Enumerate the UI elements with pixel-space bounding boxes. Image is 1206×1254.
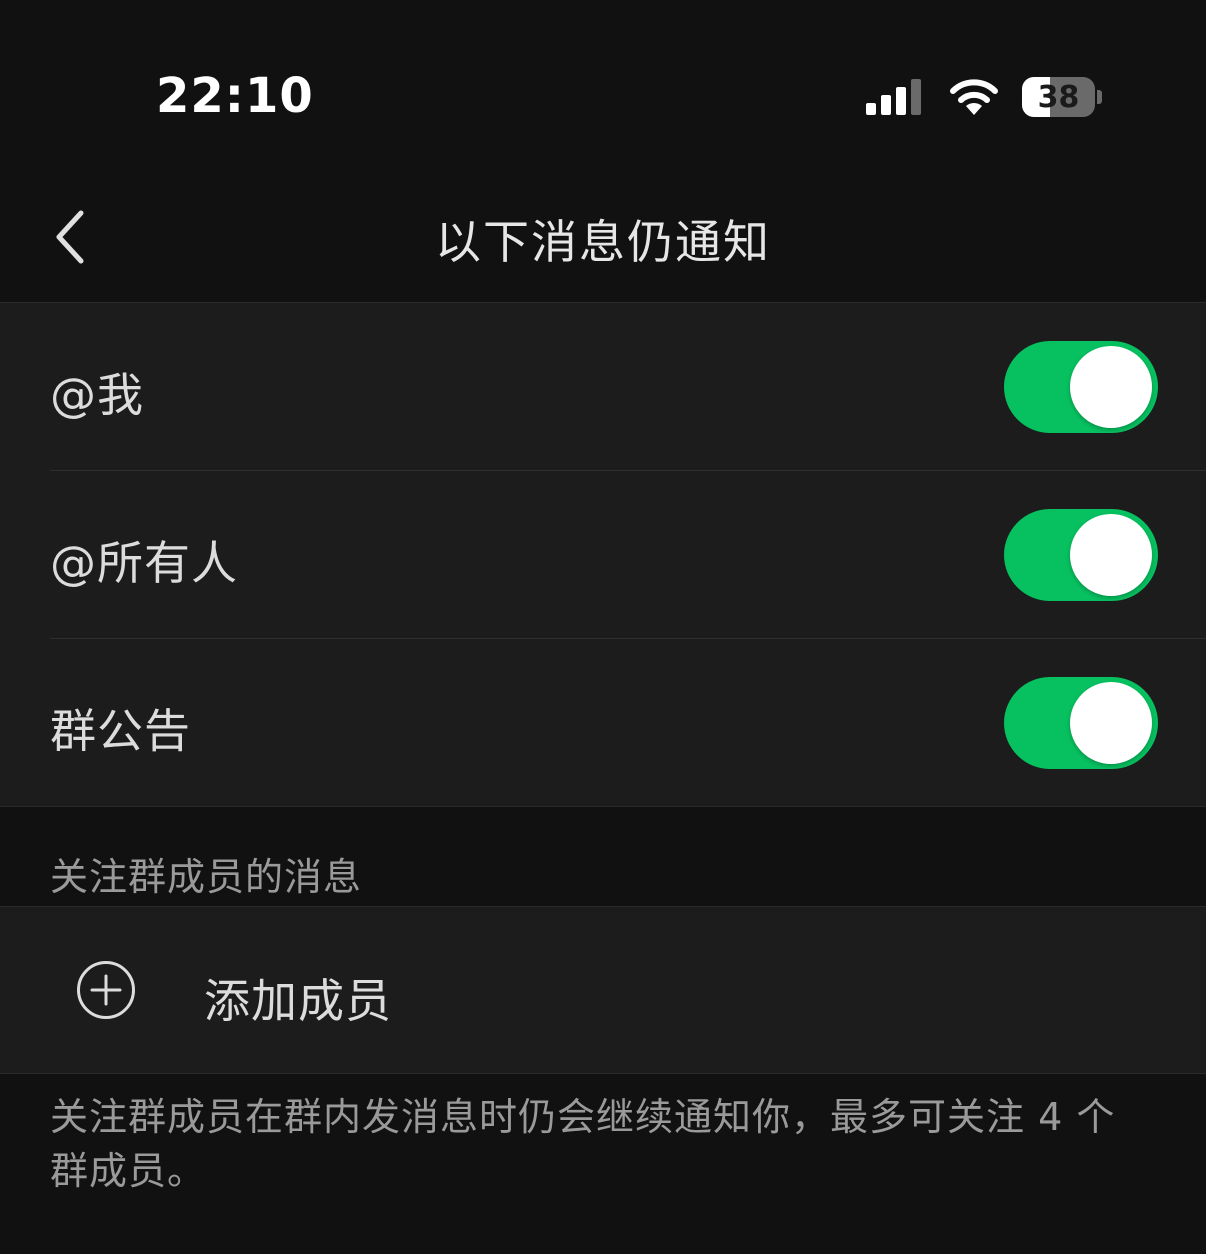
- setting-label: @所有人: [50, 536, 238, 590]
- battery-level: 38: [1037, 79, 1080, 115]
- status-icons: 38: [866, 76, 1102, 118]
- group-divider: [0, 806, 1206, 807]
- toggle-announcement[interactable]: [1004, 677, 1158, 769]
- signal-icon: [866, 79, 921, 115]
- toggle-mention-all[interactable]: [1004, 509, 1158, 601]
- toggle-knob: [1070, 346, 1152, 428]
- battery-cap: [1097, 90, 1102, 104]
- setting-row-announcement: 群公告: [0, 639, 1206, 807]
- screen: 22:10 38 以下消息仍通知 @我 @所有人 群公告 关注群成员的消息 添加…: [0, 0, 1206, 1254]
- notify-settings-group: @我 @所有人 群公告: [0, 303, 1206, 807]
- battery-body: 38: [1022, 77, 1096, 117]
- wifi-icon: [950, 79, 998, 115]
- setting-label: @我: [50, 368, 144, 422]
- add-member-label: 添加成员: [204, 974, 392, 1028]
- toggle-knob: [1070, 682, 1152, 764]
- toggle-mention-me[interactable]: [1004, 341, 1158, 433]
- page-title: 以下消息仍通知: [435, 215, 771, 269]
- add-member-button[interactable]: 添加成员: [0, 907, 1206, 1073]
- add-row-divider: [0, 1073, 1206, 1074]
- plus-circle-icon: [77, 961, 135, 1019]
- toggle-knob: [1070, 514, 1152, 596]
- setting-label: 群公告: [50, 704, 191, 758]
- battery-icon: 38: [1022, 76, 1102, 118]
- setting-row-mention-all: @所有人: [0, 471, 1206, 639]
- section-header: 关注群成员的消息: [50, 855, 363, 899]
- nav-bar: 以下消息仍通知: [0, 180, 1206, 302]
- status-bar: 22:10 38: [0, 0, 1206, 180]
- setting-row-mention-me: @我: [0, 303, 1206, 471]
- footer-note: 关注群成员在群内发消息时仍会继续通知你，最多可关注 4 个群成员。: [50, 1095, 1116, 1193]
- status-time: 22:10: [156, 68, 314, 124]
